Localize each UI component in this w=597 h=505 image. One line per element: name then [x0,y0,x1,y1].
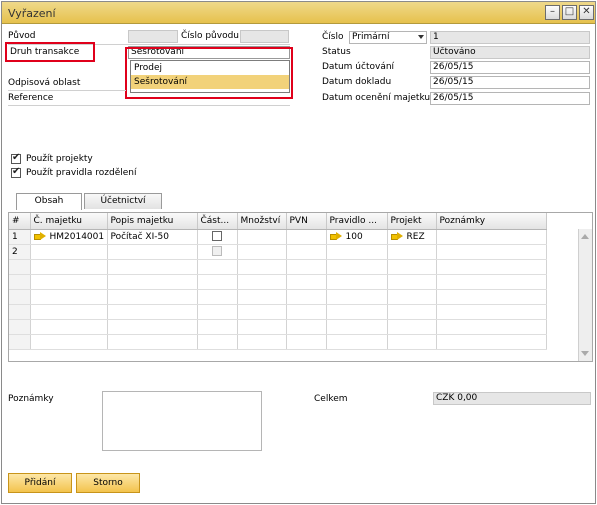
tab-strip: Obsah Účetnictví [16,193,176,211]
notes-cell[interactable] [436,244,547,260]
desc-cell[interactable] [107,244,198,260]
project-cell[interactable]: REZ [387,229,437,245]
rule-cell[interactable] [326,244,388,260]
pvn-cell[interactable] [286,244,327,260]
col-header-asset-no[interactable]: Č. majetku [30,213,108,230]
cislo-label: Číslo [322,32,344,42]
add-button[interactable]: Přidání [8,473,72,493]
asset-no-cell[interactable]: HM2014001 [30,229,108,245]
asset-no-value: HM2014001 [49,231,105,242]
tab-obsah[interactable]: Obsah [16,193,82,210]
tab-ucetnictvi[interactable]: Účetnictví [84,193,162,209]
col-header-rule[interactable]: Pravidlo ... [326,213,388,230]
partial-cell[interactable] [197,229,238,245]
use-distribution-label: Použít pravidla rozdělení [26,168,137,178]
asset-grid: # Č. majetku Popis majetku Část... Množs… [8,212,593,362]
project-cell[interactable] [387,244,437,260]
status-field: Účtováno [430,46,590,59]
cancel-button[interactable]: Storno [76,473,140,493]
use-projects-checkbox[interactable] [11,152,21,164]
datum-dokladu-label: Datum dokladu [322,77,392,87]
use-distribution-checkbox[interactable] [11,166,21,178]
col-header-desc[interactable]: Popis majetku [107,213,198,230]
asset-no-cell[interactable] [30,244,108,260]
window-title: Vyřazení [8,7,56,20]
col-header-pvn[interactable]: PVN [286,213,327,230]
col-header-project[interactable]: Projekt [387,213,437,230]
table-row [9,289,547,305]
celkem-label: Celkem [314,394,348,404]
close-icon[interactable]: ✕ [579,5,594,20]
asset-table: # Č. majetku Popis majetku Část... Množs… [9,213,547,350]
scroll-down-icon[interactable] [581,351,589,356]
desc-cell[interactable]: Počítač XI-50 [107,229,198,245]
use-projects-label: Použít projekty [26,154,93,164]
title-bar[interactable]: Vyřazení – □ ✕ [2,2,595,24]
table-row [9,304,547,320]
datum-oceneni-label: Datum ocenění majetku [322,93,431,103]
poznamky-label: Poznámky [8,394,54,404]
datum-uctovani-label: Datum účtování [322,62,395,72]
table-row[interactable]: 2 [9,244,547,260]
table-row[interactable]: 1 HM2014001 Počítač XI-50 100 REZ [9,229,547,245]
table-row [9,259,547,275]
grid-scrollbar[interactable] [578,229,592,361]
cislo-puvodu-label: Číslo původu [181,31,240,41]
disposal-window: Vyřazení – □ ✕ Původ Číslo původu Druh t… [1,1,596,504]
table-row [9,334,547,350]
series-select[interactable]: Primární [349,31,427,44]
status-label: Status [322,47,351,57]
datum-uctovani-field[interactable]: 26/05/15 [430,61,590,74]
maximize-icon[interactable]: □ [562,5,577,20]
puvod-label: Původ [8,31,36,41]
poznamky-textarea[interactable] [102,391,262,451]
chevron-down-icon[interactable] [418,35,424,39]
highlight-dropdown [125,47,293,99]
partial-checkbox [212,246,222,257]
odpisova-oblast-label: Odpisová oblast [8,78,81,88]
link-arrow-icon[interactable] [390,232,403,240]
notes-cell[interactable] [436,229,547,245]
cislo-puvodu-field [240,30,289,43]
rule-cell[interactable]: 100 [326,229,388,245]
pvn-cell[interactable] [286,229,327,245]
divider [8,90,126,91]
qty-cell[interactable] [237,244,287,260]
row-number: 1 [9,229,31,245]
link-arrow-icon[interactable] [329,232,342,240]
col-header-qty[interactable]: Množství [237,213,287,230]
rule-value: 100 [345,231,363,242]
divider [8,105,290,106]
table-row [9,319,547,335]
series-value: Primární [352,32,390,42]
datum-dokladu-field[interactable]: 26/05/15 [430,76,590,89]
col-header-partial[interactable]: Část... [197,213,238,230]
project-value: REZ [406,231,425,242]
partial-cell[interactable] [197,244,238,260]
datum-oceneni-field[interactable]: 26/05/15 [430,92,590,105]
puvod-field [128,30,178,43]
celkem-field: CZK 0,00 [433,392,591,405]
grid-header-row: # Č. majetku Popis majetku Část... Množs… [9,213,547,230]
minimize-icon[interactable]: – [545,5,560,20]
link-arrow-icon[interactable] [33,232,46,240]
cislo-field: 1 [430,31,590,44]
qty-cell[interactable] [237,229,287,245]
partial-checkbox[interactable] [212,231,222,242]
scroll-up-icon[interactable] [581,234,589,239]
highlight-druh-transakce-label [5,42,95,62]
reference-label: Reference [8,93,54,103]
table-row [9,274,547,290]
col-header-notes[interactable]: Poznámky [436,213,547,230]
row-number: 2 [9,244,31,260]
col-header-num[interactable]: # [9,213,31,230]
